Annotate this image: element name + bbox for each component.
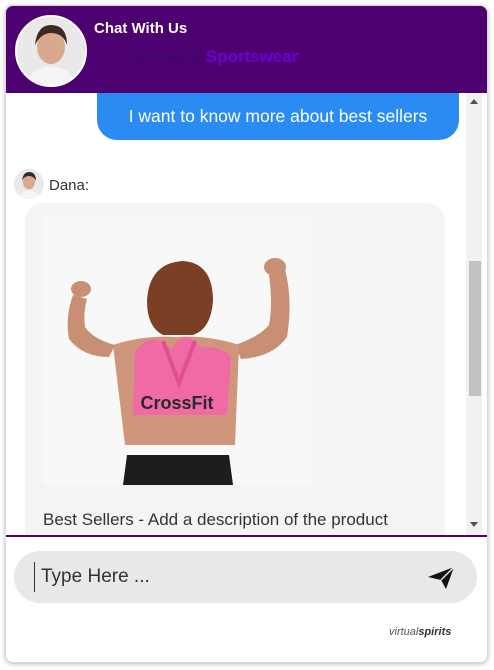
branding-suffix: spirits — [418, 626, 452, 638]
agent-avatar-small — [14, 169, 44, 199]
scrollbar-thumb[interactable] — [469, 261, 481, 396]
agent-message-bubble: CrossFit Best Sellers - Add a descriptio… — [25, 203, 445, 535]
agent-avatar-photo — [15, 15, 87, 87]
branding-logo[interactable]: virtualspirits — [389, 626, 451, 638]
agent-portrait-icon — [14, 169, 44, 199]
user-message-bubble: I want to know more about best sellers — [97, 93, 459, 140]
chat-scrollbar[interactable] — [466, 93, 482, 535]
composer-divider — [6, 535, 487, 537]
chat-widget: Chat With Us Women's Sportswear I want t… — [5, 5, 488, 663]
subtitle-plain: Women's — [131, 47, 202, 66]
send-button[interactable] — [424, 563, 458, 593]
agent-name-label: Dana: — [49, 177, 90, 194]
bra-print-text: CrossFit — [140, 393, 213, 413]
chat-header: Chat With Us Women's Sportswear — [6, 6, 487, 93]
message-list[interactable]: I want to know more about best sellers D… — [6, 93, 487, 535]
subtitle-strong: Sportswear — [205, 47, 299, 66]
paper-plane-icon — [428, 566, 455, 589]
woman-in-crossfit-sports-bra-photo: CrossFit — [43, 217, 311, 485]
message-composer — [14, 551, 477, 603]
header-title: Chat With Us — [94, 20, 188, 37]
product-image[interactable]: CrossFit — [43, 217, 311, 485]
scroll-down-arrow-icon[interactable] — [470, 522, 478, 527]
product-description: Best Sellers - Add a description of the … — [43, 510, 388, 529]
header-subtitle: Women's Sportswear — [131, 47, 298, 67]
avatar-portrait-icon — [17, 17, 85, 85]
message-input[interactable] — [34, 562, 421, 592]
branding-prefix: virtual — [389, 626, 419, 638]
scroll-up-arrow-icon[interactable] — [470, 99, 478, 104]
